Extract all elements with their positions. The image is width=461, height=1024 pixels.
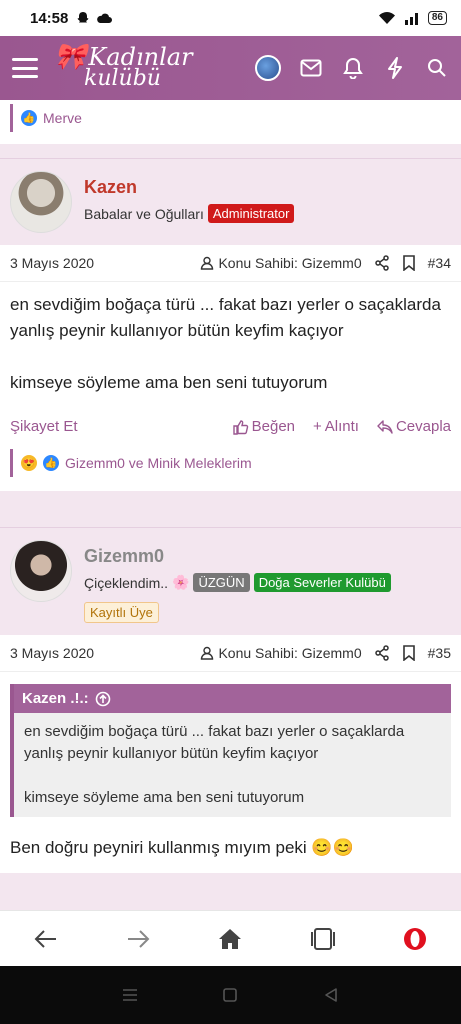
avatar[interactable]: [10, 171, 72, 233]
flower-icon: 🌸: [172, 574, 190, 590]
avatar[interactable]: [10, 540, 72, 602]
previous-post-reactions: 👍 Merve: [0, 100, 461, 144]
post-35: Gizemm0 Çiçeklendim.. 🌸 ÜZGÜN Doğa Severl…: [0, 527, 461, 873]
arrow-up-circle-icon[interactable]: [95, 691, 111, 707]
thread-owner-label: Konu Sahibi: Gizemm0: [218, 645, 362, 661]
post-date[interactable]: 3 Mayıs 2020: [10, 255, 94, 271]
thread-owner: Konu Sahibi: Gizemm0: [200, 255, 362, 271]
status-bar: 14:58 86: [0, 0, 461, 36]
home-button-icon[interactable]: [221, 986, 239, 1004]
reply-icon: [377, 419, 393, 434]
system-nav-bar: [0, 966, 461, 1024]
reply-label: Cevapla: [395, 418, 451, 435]
post-message: Ben doğru peyniri kullanmış mıyım peki 😊…: [0, 825, 461, 873]
user-icon: [201, 256, 214, 270]
post-user-block: Kazen Babalar ve Oğulları Administrator: [0, 159, 461, 245]
post-number[interactable]: #35: [428, 645, 451, 661]
quote-button[interactable]: + Alıntı: [313, 418, 359, 435]
opera-icon[interactable]: [395, 919, 435, 959]
post-actions: Şikayet Et Beğen + Alıntı Cevapla: [0, 408, 461, 445]
post-info-bar: 3 Mayıs 2020 Konu Sahibi: Gizemm0 #34: [0, 245, 461, 282]
post-34: Kazen Babalar ve Oğulları Administrator …: [0, 158, 461, 491]
snapchat-icon: [77, 12, 89, 23]
post-date[interactable]: 3 Mayıs 2020: [10, 645, 94, 661]
ribbon-icon: 🎀: [54, 42, 87, 72]
quote-header[interactable]: Kazen .!.:: [14, 684, 451, 713]
reaction-names[interactable]: Gizemm0 ve Minik Meleklerim: [65, 455, 252, 471]
bolt-icon[interactable]: [383, 56, 407, 80]
tabs-icon[interactable]: [303, 919, 343, 959]
quote-paragraph: kimseye söyleme ama ben seni tutuyorum: [24, 789, 305, 806]
account-avatar[interactable]: [255, 55, 281, 81]
cloud-icon: [97, 13, 113, 23]
hamburger-icon[interactable]: [12, 58, 38, 78]
thread-owner-label: Konu Sahibi: Gizemm0: [218, 255, 362, 271]
post-paragraph: kimseye söyleme ama ben seni tutuyorum: [10, 373, 328, 392]
admin-badge: Administrator: [207, 204, 295, 223]
status-notification-icons: [76, 11, 113, 25]
post-paragraph: en sevdiğim boğaça türü ... fakat bazı y…: [10, 295, 441, 340]
thumbs-up-icon: 👍: [43, 455, 59, 471]
user-title: Babalar ve Oğulları: [84, 205, 204, 222]
user-title: Çiçeklendim..: [84, 574, 169, 591]
home-icon[interactable]: [210, 919, 250, 959]
post-message: en sevdiğim boğaça türü ... fakat bazı y…: [0, 282, 461, 408]
thumbs-up-icon: 👍: [21, 110, 37, 126]
wifi-icon: [378, 12, 395, 24]
site-logo[interactable]: 🎀Kadınlar kulübü: [54, 42, 193, 91]
search-icon[interactable]: [425, 56, 449, 80]
back-button-icon[interactable]: [322, 986, 340, 1004]
envelope-icon[interactable]: [299, 56, 323, 80]
post-number[interactable]: #34: [428, 255, 451, 271]
quote-body: en sevdiğim boğaça türü ... fakat bazı y…: [14, 713, 451, 817]
like-label: Beğen: [251, 418, 295, 435]
share-icon[interactable]: [374, 255, 390, 271]
post-reactions: 😍 👍 Gizemm0 ve Minik Meleklerim: [0, 445, 461, 491]
status-time: 14:58: [30, 9, 69, 27]
thread-owner: Konu Sahibi: Gizemm0: [200, 645, 362, 661]
user-icon: [201, 646, 214, 660]
reaction-names[interactable]: Merve: [43, 110, 82, 126]
member-badge: Kayıtlı Üye: [84, 602, 159, 623]
recents-icon[interactable]: [121, 987, 139, 1003]
reply-button[interactable]: Cevapla: [377, 418, 451, 435]
post-paragraph: Ben doğru peyniri kullanmış mıyım peki 😊…: [10, 838, 354, 857]
signal-icon: [404, 13, 418, 25]
forward-icon[interactable]: [118, 919, 158, 959]
logo-line2: kulübü: [84, 66, 161, 91]
thumbs-up-icon: [232, 419, 248, 435]
bookmark-icon[interactable]: [402, 255, 416, 271]
heart-eyes-icon: 😍: [21, 455, 37, 471]
battery-indicator: 86: [427, 11, 447, 25]
quote-block: Kazen .!.: en sevdiğim boğaça türü ... f…: [10, 684, 451, 817]
username[interactable]: Gizemm0: [84, 546, 391, 567]
post-user-block: Gizemm0 Çiçeklendim.. 🌸 ÜZGÜN Doğa Severl…: [0, 528, 461, 635]
username[interactable]: Kazen: [84, 177, 294, 198]
bell-icon[interactable]: [341, 56, 365, 80]
post-info-bar: 3 Mayıs 2020 Konu Sahibi: Gizemm0 #35: [0, 635, 461, 672]
site-header: 🎀Kadınlar kulübü: [0, 36, 461, 100]
bookmark-icon[interactable]: [402, 645, 416, 661]
quote-label: Alıntı: [324, 418, 359, 435]
plus-icon: +: [313, 418, 322, 435]
quote-author: Kazen .!.:: [22, 690, 89, 707]
quote-paragraph: en sevdiğim boğaça türü ... fakat bazı y…: [24, 723, 405, 762]
back-icon[interactable]: [26, 919, 66, 959]
mood-badge: ÜZGÜN: [193, 573, 250, 592]
browser-toolbar: [0, 910, 461, 966]
share-icon[interactable]: [374, 645, 390, 661]
report-button[interactable]: Şikayet Et: [10, 418, 78, 435]
like-button[interactable]: Beğen: [232, 418, 295, 435]
club-badge: Doğa Severler Kulübü: [253, 573, 391, 592]
thread-content: 👍 Merve Kazen Babalar ve Oğulları Admini…: [0, 100, 461, 910]
